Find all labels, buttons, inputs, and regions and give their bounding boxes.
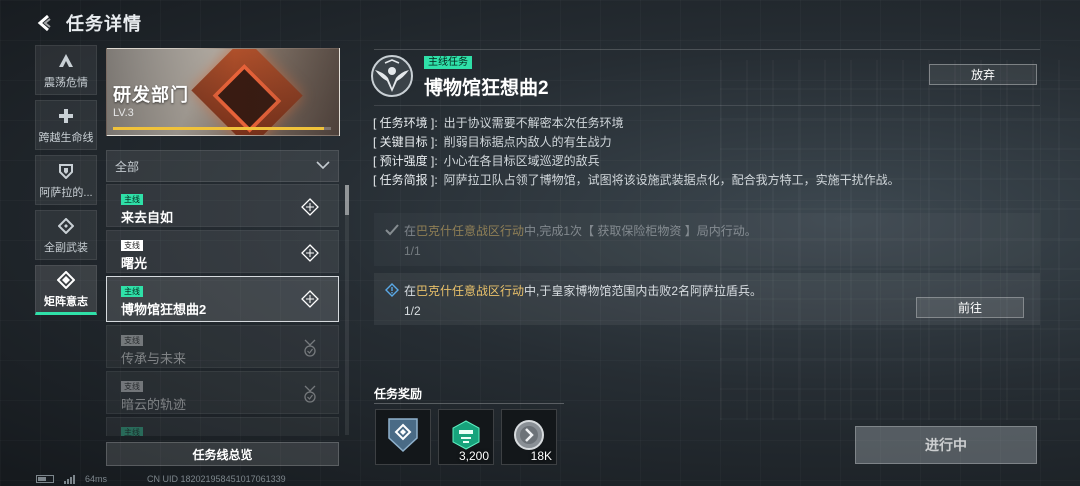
main-quest-tag: 主线任务 — [424, 56, 472, 69]
reward-quantity: 18K — [530, 449, 552, 463]
battery-icon — [36, 475, 54, 483]
matrix-diamond-icon — [57, 270, 75, 290]
quest-item-completed[interactable]: 支线 暗云的轨迹 — [106, 371, 339, 414]
triangle-logo-icon — [58, 51, 74, 71]
quest-list: 主线 来去自如 支线 曙光 主线 博物馆狂想曲2 支线 传承与未来 支线 暗云的… — [106, 184, 340, 436]
checkmark-icon — [384, 222, 400, 238]
department-title: 研发部门 — [113, 85, 189, 105]
info-diamond-icon — [384, 282, 400, 298]
rail-item-0[interactable]: 震荡危情 — [35, 45, 97, 95]
eagle-emblem-icon — [368, 53, 416, 99]
rail-item-3[interactable]: 全副武装 — [35, 210, 97, 260]
reward-item[interactable] — [375, 409, 431, 465]
plus-icon — [58, 106, 74, 126]
status-bar: 64ms CN UID 182021958451017061339 — [36, 474, 286, 484]
quest-name: 传承与未来 — [121, 351, 187, 366]
objective-text: 在巴克什任意战区行动中,于皇家博物馆范围内击败2名阿萨拉盾兵。 — [404, 284, 763, 298]
location-diamond-icon — [300, 197, 320, 217]
scrollbar-thumb[interactable] — [345, 185, 349, 215]
questline-overview-button[interactable]: 任务线总览 — [106, 442, 339, 466]
rail-label: 阿萨拉的... — [39, 186, 93, 199]
rewards-heading: 任务奖励 — [374, 387, 423, 401]
abandon-button[interactable]: 放弃 — [929, 64, 1037, 85]
quest-item-selected[interactable]: 主线 博物馆狂想曲2 — [106, 276, 339, 322]
quest-tag: 主线 — [121, 286, 143, 297]
quest-name: 来去自如 — [121, 210, 174, 225]
rail-item-1[interactable]: 跨越生命线 — [35, 100, 97, 150]
back-arrow-icon[interactable] — [34, 12, 56, 34]
completed-medal-icon — [300, 338, 320, 358]
shield-icon — [58, 161, 74, 181]
chevron-down-icon — [316, 157, 330, 175]
objective-completed: 在巴克什任意战区行动中,完成1次【 获取保险柜物资 】局内行动。 1/1 — [374, 213, 1040, 266]
location-diamond-icon — [300, 289, 320, 309]
rail-label: 震荡危情 — [44, 76, 88, 89]
department-banner: 研发部门 LV.3 — [106, 48, 340, 136]
completed-medal-icon — [300, 384, 320, 404]
quest-list-scrollbar[interactable] — [345, 185, 349, 435]
department-progress-fill — [113, 127, 325, 130]
quest-tag: 支线 — [121, 381, 143, 392]
quest-tag: 支线 — [121, 240, 143, 251]
objective-progress: 1/1 — [404, 244, 421, 258]
divider — [374, 49, 1040, 50]
rail-label: 全副武装 — [44, 241, 88, 254]
quest-item-completed[interactable]: 支线 传承与未来 — [106, 325, 339, 368]
header: 任务详情 — [34, 8, 142, 38]
rail-item-2[interactable]: 阿萨拉的... — [35, 155, 97, 205]
quest-name: 曙光 — [121, 256, 148, 271]
objective-progress: 1/2 — [404, 304, 421, 318]
quest-tag: 支线 — [121, 335, 143, 346]
ping-value: 64ms — [85, 474, 108, 484]
info-briefing: [ 任务简报 ]: 阿萨拉卫队占领了博物馆，试图将该设施武装据点化，配合我方特工，… — [373, 173, 900, 187]
info-key-objective: [ 关键目标 ]: 削弱目标据点内敌人的有生战力 — [373, 135, 612, 149]
objective-text: 在巴克什任意战区行动中,完成1次【 获取保险柜物资 】局内行动。 — [404, 224, 757, 238]
location-diamond-icon — [300, 243, 320, 263]
quest-item[interactable]: 主线 来去自如 — [106, 184, 339, 227]
info-difficulty: [ 预计强度 ]: 小心在各目标区域巡逻的敌兵 — [373, 154, 600, 168]
objective-active: 在巴克什任意战区行动中,于皇家博物馆范围内击败2名阿萨拉盾兵。 1/2 前往 — [374, 273, 1040, 325]
quest-item[interactable]: 支线 曙光 — [106, 230, 339, 273]
goto-button[interactable]: 前往 — [916, 297, 1024, 318]
in-progress-button: 进行中 — [855, 426, 1037, 464]
matrix-shield-icon — [386, 416, 420, 459]
department-level: LV.3 — [113, 107, 134, 119]
quest-item-completed[interactable]: 主线 — [106, 417, 339, 436]
hex-diamond-icon — [58, 216, 74, 236]
quest-filter-dropdown[interactable]: 全部 — [106, 150, 339, 182]
quest-title: 博物馆狂想曲2 — [424, 78, 549, 99]
divider — [374, 403, 564, 404]
quest-tag: 主线 — [121, 427, 143, 436]
quest-info: [ 任务环境 ]: 出于协议需要不解密本次任务环境 [ 关键目标 ]: 削弱目标据点… — [373, 114, 900, 190]
reward-quantity: 3,200 — [458, 449, 489, 463]
divider — [374, 105, 1040, 106]
category-rail: 震荡危情 跨越生命线 阿萨拉的... 全副武装 矩阵意志 — [35, 45, 99, 320]
info-environment: [ 任务环境 ]: 出于协议需要不解密本次任务环境 — [373, 116, 624, 130]
rail-label: 跨越生命线 — [38, 131, 94, 144]
quest-tag: 主线 — [121, 194, 143, 205]
department-progress-bar — [113, 127, 331, 130]
filter-selected: 全部 — [115, 159, 140, 174]
reward-item[interactable]: 3,200 — [438, 409, 494, 465]
rail-item-4[interactable]: 矩阵意志 — [35, 265, 97, 315]
page-title: 任务详情 — [66, 14, 142, 34]
user-uid: CN UID 182021958451017061339 — [147, 474, 286, 484]
signal-icon — [64, 474, 75, 484]
quest-name: 博物馆狂想曲2 — [121, 302, 207, 317]
reward-item[interactable]: 18K — [501, 409, 557, 465]
quest-name: 暗云的轨迹 — [121, 397, 187, 412]
rail-label: 矩阵意志 — [44, 295, 88, 308]
